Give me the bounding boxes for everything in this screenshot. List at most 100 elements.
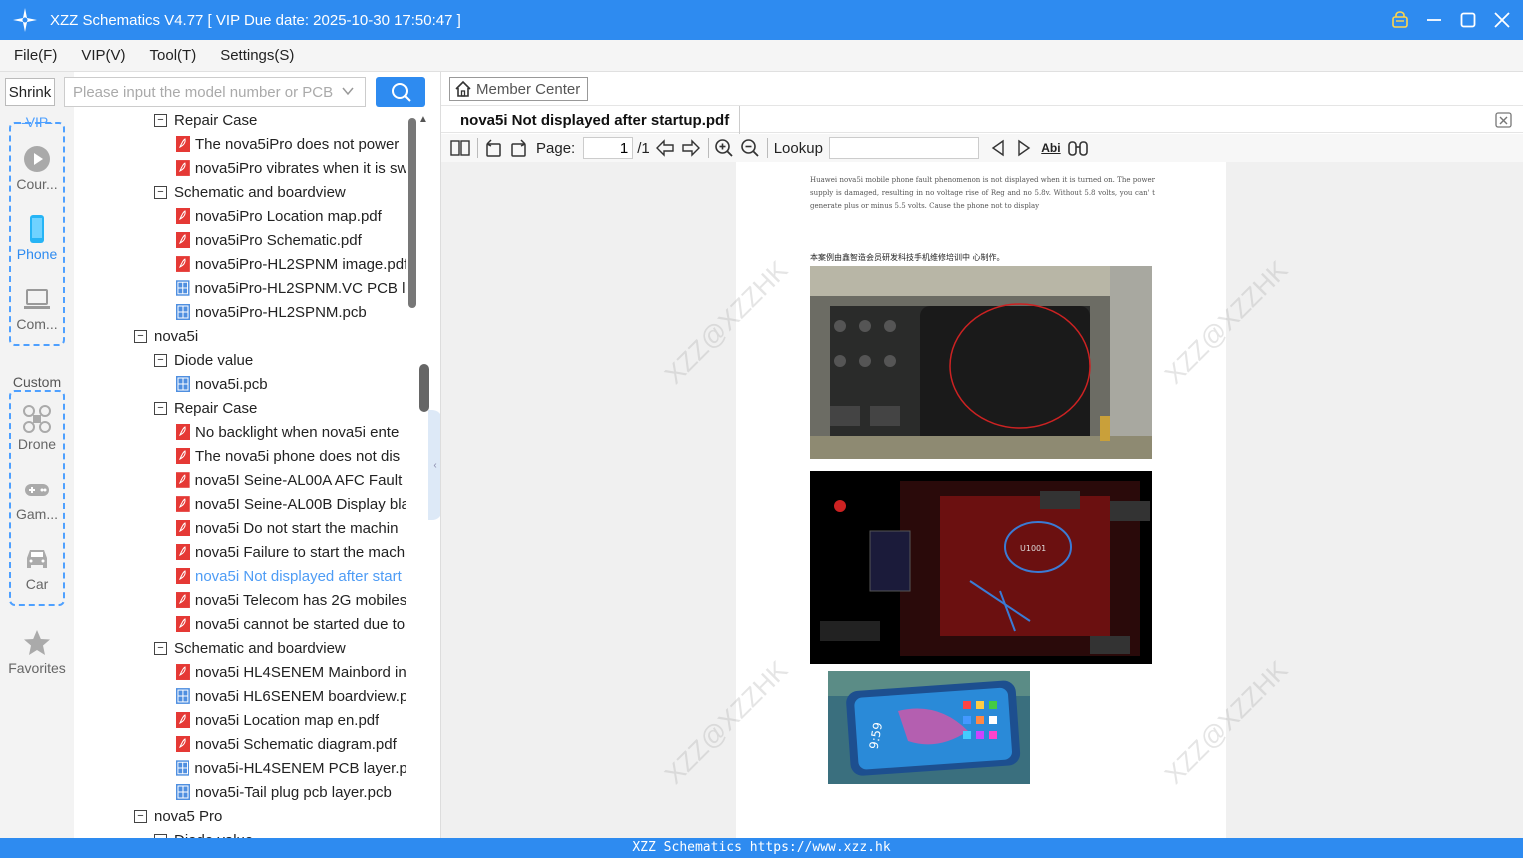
- nav-item-favorites[interactable]: Favorites: [0, 628, 74, 676]
- zoom-out-icon[interactable]: [739, 137, 761, 159]
- shrink-button[interactable]: Shrink: [5, 78, 55, 106]
- menu-bar: File(F) VIP(V) Tool(T) Settings(S): [0, 40, 1523, 72]
- search-button[interactable]: [376, 77, 425, 107]
- tree-file[interactable]: The nova5iPro does not power: [176, 132, 406, 156]
- tree-folder[interactable]: −Diode value: [154, 348, 406, 372]
- nav-item-game[interactable]: Gam...: [0, 474, 74, 522]
- pdf-file-icon: [176, 592, 190, 608]
- tree-folder[interactable]: − nova5i: [134, 324, 406, 348]
- tree-item-label: The nova5iPro does not power: [195, 135, 400, 153]
- collapse-toggle-icon[interactable]: −: [154, 185, 167, 199]
- tree-file[interactable]: nova5i HL6SENEM boardview.p: [176, 684, 406, 708]
- nav-item-drone[interactable]: Drone: [0, 404, 74, 452]
- home-icon: [455, 80, 471, 97]
- model-tree: − Repair Case The nova5iPro does not power…: [74, 112, 420, 838]
- tree-item-label: Repair Case: [174, 112, 258, 129]
- maximize-icon[interactable]: [1457, 9, 1479, 31]
- tree-item-label: nova5i-HL4SENEM PCB layer.pc: [194, 759, 406, 777]
- tree-file[interactable]: nova5iPro Schematic.pdf: [176, 228, 406, 252]
- close-tab-icon[interactable]: [1495, 111, 1513, 129]
- tree-file[interactable]: No backlight when nova5i ente: [176, 420, 406, 444]
- collapse-toggle-icon[interactable]: −: [154, 113, 167, 127]
- search-input[interactable]: [73, 83, 337, 101]
- lock-icon[interactable]: [1389, 9, 1411, 31]
- tree-file[interactable]: nova5i Telecom has 2G mobiles: [176, 588, 406, 612]
- rotate-left-icon[interactable]: [482, 137, 504, 159]
- pdf-file-icon: [176, 496, 190, 512]
- pdf-file-icon: [176, 568, 190, 584]
- tree-file[interactable]: nova5i Failure to start the mach: [176, 540, 406, 564]
- menu-settings[interactable]: Settings(S): [216, 45, 298, 66]
- tree-item-label: nova5i Location map en.pdf: [195, 711, 380, 729]
- tree-file[interactable]: nova5iPro-HL2SPNM image.pdf: [176, 252, 406, 276]
- document-caption: 本案例由鑫智造会员研发科技手机维修培训中 心制作。: [810, 253, 1005, 262]
- menu-tool[interactable]: Tool(T): [146, 45, 201, 66]
- collapse-toggle-icon[interactable]: −: [154, 353, 167, 367]
- collapse-toggle-icon[interactable]: −: [154, 641, 167, 655]
- tree-file[interactable]: nova5i cannot be started due to: [176, 612, 406, 636]
- tree-folder[interactable]: − Repair Case: [154, 396, 406, 420]
- tree-item-label: The nova5i phone does not dis: [195, 447, 401, 465]
- tree-folder[interactable]: − nova5 Pro: [134, 804, 406, 828]
- minimize-icon[interactable]: [1423, 9, 1445, 31]
- tree-file[interactable]: nova5iPro-HL2SPNM.pcb: [176, 300, 406, 324]
- rotate-right-icon[interactable]: [508, 137, 530, 159]
- match-case-icon[interactable]: Abi: [1039, 137, 1063, 159]
- page-number-input[interactable]: [583, 137, 634, 159]
- board-photo-image: [810, 266, 1152, 459]
- pdf-file-icon: [176, 520, 190, 536]
- tree-file[interactable]: nova5I Seine-AL00B Display bla: [176, 492, 406, 516]
- tree-file[interactable]: nova5i Do not start the machin: [176, 516, 406, 540]
- panel-scrollbar[interactable]: [419, 364, 429, 412]
- tree-folder[interactable]: − Schematic and boardview: [154, 180, 406, 204]
- tree-file[interactable]: nova5iPro vibrates when it is sw: [176, 156, 406, 180]
- tree-file[interactable]: nova5i HL4SENEM Mainbord in: [176, 660, 406, 684]
- chevron-down-icon[interactable]: [341, 84, 355, 98]
- pdf-viewer[interactable]: Huawei nova5i mobile phone fault phenome…: [441, 162, 1523, 838]
- tree-item-label: nova5i cannot be started due to: [195, 615, 406, 633]
- two-page-icon[interactable]: [449, 137, 471, 159]
- tree-file[interactable]: nova5i Location map en.pdf: [176, 708, 406, 732]
- tree-folder[interactable]: −Diode value: [154, 828, 406, 838]
- nav-item-car[interactable]: Car: [0, 544, 74, 592]
- tree-folder[interactable]: − Schematic and boardview: [154, 636, 406, 660]
- nav-item-course[interactable]: Cour...: [0, 144, 74, 192]
- tree-file[interactable]: The nova5i phone does not dis: [176, 444, 406, 468]
- member-center-button[interactable]: Member Center: [449, 77, 588, 101]
- tree-file[interactable]: nova5i-Tail plug pcb layer.pcb: [176, 780, 406, 804]
- menu-vip[interactable]: VIP(V): [77, 45, 129, 66]
- tree-folder[interactable]: − Repair Case: [154, 112, 406, 132]
- tree-item-label: Repair Case: [174, 399, 258, 417]
- nav-item-phone[interactable]: Phone: [0, 214, 74, 262]
- window-title: XZZ Schematics V4.77 [ VIP Due date: 202…: [50, 11, 461, 29]
- tree-item-label: nova5iPro Location map.pdf: [195, 207, 382, 225]
- tree-scrollbar[interactable]: [408, 118, 416, 308]
- collapse-toggle-icon[interactable]: −: [134, 809, 147, 823]
- nav-item-computer[interactable]: Com...: [0, 284, 74, 332]
- tree-file[interactable]: nova5i Schematic diagram.pdf: [176, 732, 406, 756]
- zoom-in-icon[interactable]: [713, 137, 735, 159]
- tree-file[interactable]: nova5i-HL4SENEM PCB layer.pc: [176, 756, 406, 780]
- tree-item-label: Schematic and boardview: [174, 639, 346, 657]
- find-binoculars-icon[interactable]: [1067, 137, 1089, 159]
- collapse-toggle-icon[interactable]: −: [134, 329, 147, 343]
- tree-file[interactable]: nova5I Seine-AL00A AFC Fault (: [176, 468, 406, 492]
- lookup-input[interactable]: [828, 137, 979, 159]
- tree-file[interactable]: nova5i.pcb: [176, 372, 406, 396]
- find-prev-icon[interactable]: [987, 137, 1009, 159]
- next-page-arrow-icon[interactable]: [680, 137, 702, 159]
- tree-file[interactable]: nova5i Not displayed after start: [176, 564, 406, 588]
- nav-item-label: Gam...: [15, 506, 58, 522]
- close-icon[interactable]: [1491, 9, 1513, 31]
- tree-item-label: nova5iPro Schematic.pdf: [195, 231, 362, 249]
- scroll-up-icon[interactable]: ▲: [418, 114, 428, 125]
- prev-page-arrow-icon[interactable]: [654, 137, 676, 159]
- tree-file[interactable]: nova5iPro Location map.pdf: [176, 204, 406, 228]
- collapse-toggle-icon[interactable]: −: [154, 401, 167, 415]
- menu-file[interactable]: File(F): [10, 45, 61, 66]
- title-bar: XZZ Schematics V4.77 [ VIP Due date: 202…: [0, 0, 1523, 40]
- tree-item-label: nova5 Pro: [154, 807, 223, 825]
- document-tab[interactable]: nova5i Not displayed after startup.pdf: [451, 106, 741, 134]
- tree-file[interactable]: nova5iPro-HL2SPNM.VC PCB la: [176, 276, 406, 300]
- find-next-icon[interactable]: [1013, 137, 1035, 159]
